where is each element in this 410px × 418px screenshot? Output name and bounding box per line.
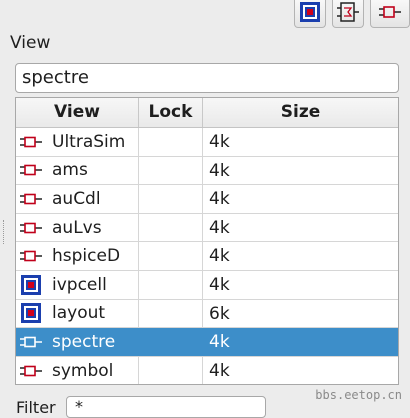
- view-cell: layout: [16, 299, 139, 328]
- toolbar-layout-button[interactable]: [294, 0, 326, 28]
- lock-cell: [139, 185, 203, 213]
- table-row[interactable]: auLvs 4k: [16, 213, 398, 243]
- lock-cell: [139, 156, 203, 185]
- view-cell: auCdl: [16, 185, 139, 213]
- size-cell: 4k: [209, 189, 230, 210]
- toolbar-schematic-button[interactable]: [332, 0, 364, 28]
- table-row[interactable]: auCdl 4k: [16, 185, 398, 214]
- layout-cell-icon: [299, 1, 321, 27]
- size-cell: 4k: [209, 360, 230, 381]
- size-cell: 4k: [209, 132, 230, 152]
- symbol-view-icon: [20, 189, 42, 209]
- lock-cell: [139, 328, 203, 356]
- view-cell: UltraSim: [16, 128, 139, 156]
- view-name: spectre: [52, 331, 116, 352]
- view-cell: symbol: [16, 356, 139, 384]
- view-name: auCdl: [52, 188, 101, 209]
- size-cell: 4k: [209, 332, 230, 353]
- lock-cell: [139, 270, 203, 299]
- size-cell: 4k: [209, 217, 230, 238]
- size-cell: 6k: [209, 303, 230, 324]
- symbol-view-icon: [378, 4, 402, 23]
- view-cell: ams: [16, 156, 139, 185]
- lock-cell: [139, 128, 203, 156]
- table-header: View Lock Size: [16, 98, 398, 128]
- view-name: layout: [52, 303, 106, 324]
- view-name-field[interactable]: spectre: [15, 63, 399, 93]
- symbol-view-icon: [20, 132, 42, 152]
- filter-input[interactable]: *: [66, 396, 266, 418]
- layout-cell-icon: [20, 274, 42, 295]
- symbol-view-icon: [20, 160, 42, 180]
- view-name: auLvs: [52, 217, 102, 238]
- column-header-size[interactable]: Size: [203, 98, 398, 127]
- symbol-view-icon: [20, 246, 42, 266]
- table-row[interactable]: hspiceD 4k: [16, 242, 398, 271]
- lock-cell: [139, 356, 203, 384]
- size-cell: 4k: [209, 246, 230, 267]
- table-body: UltraSim 4k ams 4k auCdl 4k auLvs 4k hspiceD 4k iv…: [16, 128, 398, 384]
- size-cell: 4k: [209, 274, 230, 295]
- filter-label: Filter: [16, 398, 56, 417]
- column-header-view[interactable]: View: [16, 98, 139, 127]
- view-cell: auLvs: [16, 213, 139, 242]
- view-section-label: View: [10, 33, 51, 53]
- view-cell: spectre: [16, 328, 139, 356]
- table-row[interactable]: layout 6k: [16, 299, 398, 329]
- table-row[interactable]: ams 4k: [16, 156, 398, 186]
- toolbar-symbol-button[interactable]: [370, 0, 410, 28]
- view-cell: hspiceD: [16, 242, 139, 270]
- layout-cell-icon: [20, 303, 42, 324]
- table-row[interactable]: ivpcell 4k: [16, 270, 398, 300]
- splitter-handle[interactable]: [3, 220, 7, 244]
- table-row[interactable]: symbol 4k: [16, 356, 398, 384]
- watermark: bbs.eetop.cn: [315, 388, 402, 402]
- view-name: symbol: [52, 360, 114, 381]
- view-cell: ivpcell: [16, 270, 139, 299]
- view-name: UltraSim: [52, 131, 126, 152]
- lock-cell: [139, 299, 203, 328]
- schematic-symbol-icon: [336, 1, 360, 27]
- view-name: hspiceD: [52, 246, 121, 267]
- table-row[interactable]: UltraSim 4k: [16, 128, 398, 157]
- lock-cell: [139, 242, 203, 270]
- view-name: ivpcell: [52, 274, 107, 295]
- size-cell: 4k: [209, 160, 230, 181]
- view-table: View Lock Size UltraSim 4k ams 4k auCdl 4k auL…: [15, 97, 399, 385]
- table-row[interactable]: spectre 4k: [16, 328, 398, 357]
- symbol-view-icon: [20, 361, 42, 381]
- view-name: ams: [52, 160, 88, 181]
- symbol-view-icon: [20, 332, 42, 352]
- lock-cell: [139, 213, 203, 242]
- column-header-lock[interactable]: Lock: [139, 98, 203, 127]
- symbol-view-icon: [20, 218, 42, 238]
